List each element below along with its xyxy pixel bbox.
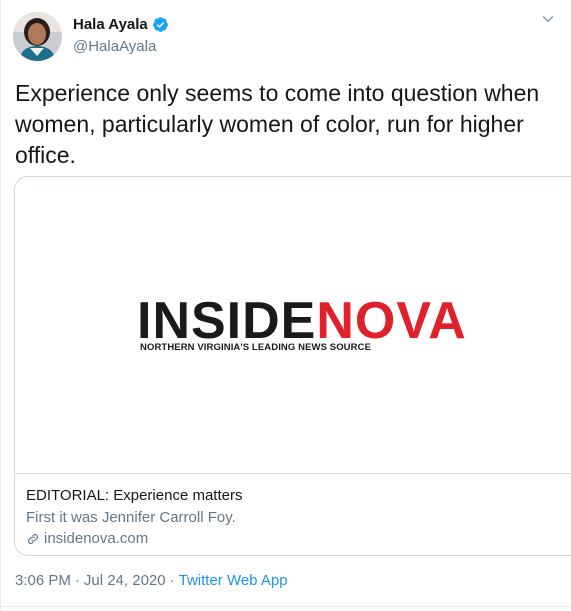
avatar[interactable]	[13, 12, 62, 61]
card-image[interactable]: INSIDENOVA NORTHERN VIRGINIA'S LEADING N…	[15, 177, 571, 474]
chevron-down-icon[interactable]	[539, 10, 557, 28]
link-icon	[28, 533, 38, 544]
tweet: Hala Ayala @HalaAyala Experience only se…	[0, 0, 571, 611]
author-name[interactable]: Hala Ayala	[73, 16, 148, 33]
logo-tagline: NORTHERN VIRGINIA'S LEADING NEWS SOURCE	[140, 342, 372, 353]
card-domain-row[interactable]: insidenova.com	[26, 530, 148, 547]
tweet-meta: 3:06 PM · Jul 24, 2020 · Twitter Web App	[15, 572, 288, 589]
card-domain[interactable]: insidenova.com	[44, 530, 148, 547]
tweet-source[interactable]: Twitter Web App	[179, 572, 288, 589]
card-title[interactable]: EDITORIAL: Experience matters	[26, 487, 242, 504]
card-description: First it was Jennifer Carroll Foy.	[26, 509, 236, 526]
link-card[interactable]: INSIDENOVA NORTHERN VIRGINIA'S LEADING N…	[14, 176, 571, 556]
meta-separator-2: ·	[169, 572, 175, 589]
insidenova-logo: INSIDENOVA	[137, 295, 467, 347]
verified-badge-icon	[152, 17, 168, 32]
avatar-image	[13, 12, 62, 61]
author-handle[interactable]: @HalaAyala	[73, 38, 156, 55]
author-name-row[interactable]: Hala Ayala	[73, 16, 169, 33]
tweet-date[interactable]: Jul 24, 2020	[84, 572, 166, 589]
divider	[1, 606, 571, 607]
tweet-text: Experience only seems to come into quest…	[15, 80, 540, 168]
meta-separator: ·	[74, 572, 80, 589]
tweet-time[interactable]: 3:06 PM	[15, 572, 71, 589]
